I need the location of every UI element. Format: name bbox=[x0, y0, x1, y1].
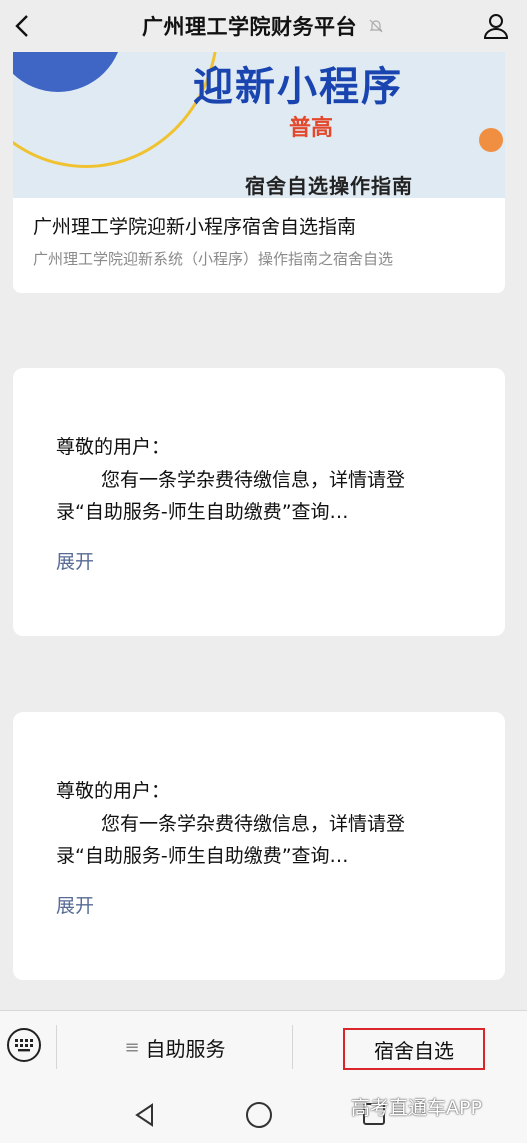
menu-divider bbox=[292, 1025, 293, 1069]
article-banner: 迎新小程序 普高 宿舍自选操作指南 bbox=[13, 52, 505, 198]
article-subtitle: 广州理工学院迎新系统（小程序）操作指南之宿舍自选 bbox=[33, 250, 394, 268]
top-bar: 广州理工学院财务平台 bbox=[0, 0, 527, 52]
message-line: 您有一条学杂费待缴信息，详情请登 bbox=[101, 813, 406, 835]
expand-link[interactable]: 展开 bbox=[56, 547, 94, 574]
banner-tag: 普高 bbox=[289, 116, 334, 141]
back-icon[interactable] bbox=[8, 10, 36, 42]
nav-home-icon[interactable] bbox=[246, 1102, 272, 1128]
message-line: 录“自助服务-师生自助缴费”查询… bbox=[56, 501, 349, 523]
menu-self-service[interactable]: ≡ 自助服务 bbox=[58, 1025, 292, 1069]
keyboard-icon[interactable] bbox=[7, 1028, 41, 1062]
menu-lines-icon: ≡ bbox=[124, 1036, 140, 1058]
banner-caption: 宿舍自选操作指南 bbox=[245, 174, 413, 198]
nav-back-icon[interactable] bbox=[132, 1102, 158, 1128]
mute-bell-icon bbox=[367, 17, 385, 35]
article-card[interactable]: 迎新小程序 普高 宿舍自选操作指南 广州理工学院迎新小程序宿舍自选指南 广州理工… bbox=[13, 52, 505, 293]
profile-icon[interactable] bbox=[481, 10, 511, 42]
page-title-text: 广州理工学院财务平台 bbox=[142, 15, 357, 39]
bottom-menu: ≡ 自助服务 宿舍自选 bbox=[0, 1010, 527, 1091]
page-title: 广州理工学院财务平台 bbox=[142, 11, 385, 41]
menu-divider bbox=[56, 1025, 57, 1069]
expand-link[interactable]: 展开 bbox=[56, 891, 94, 918]
message-card: 尊敬的用户： 您有一条学杂费待缴信息，详情请登 录“自助服务-师生自助缴费”查询… bbox=[13, 368, 505, 636]
article-title: 广州理工学院迎新小程序宿舍自选指南 bbox=[33, 216, 357, 238]
banner-dot-decoration bbox=[479, 128, 503, 152]
message-greeting: 尊敬的用户： bbox=[56, 780, 171, 802]
message-card: 尊敬的用户： 您有一条学杂费待缴信息，详情请登 录“自助服务-师生自助缴费”查询… bbox=[13, 712, 505, 980]
banner-heading: 迎新小程序 bbox=[193, 64, 403, 110]
menu-dorm-select[interactable]: 宿舍自选 bbox=[343, 1028, 485, 1070]
menu-self-service-label: 自助服务 bbox=[145, 1036, 226, 1061]
message-line: 录“自助服务-师生自助缴费”查询… bbox=[56, 845, 349, 867]
message-line: 您有一条学杂费待缴信息，详情请登 bbox=[101, 469, 406, 491]
message-greeting: 尊敬的用户： bbox=[56, 436, 171, 458]
watermark-text: 高考直通车APP bbox=[351, 1097, 482, 1119]
menu-dorm-select-label: 宿舍自选 bbox=[374, 1038, 454, 1063]
